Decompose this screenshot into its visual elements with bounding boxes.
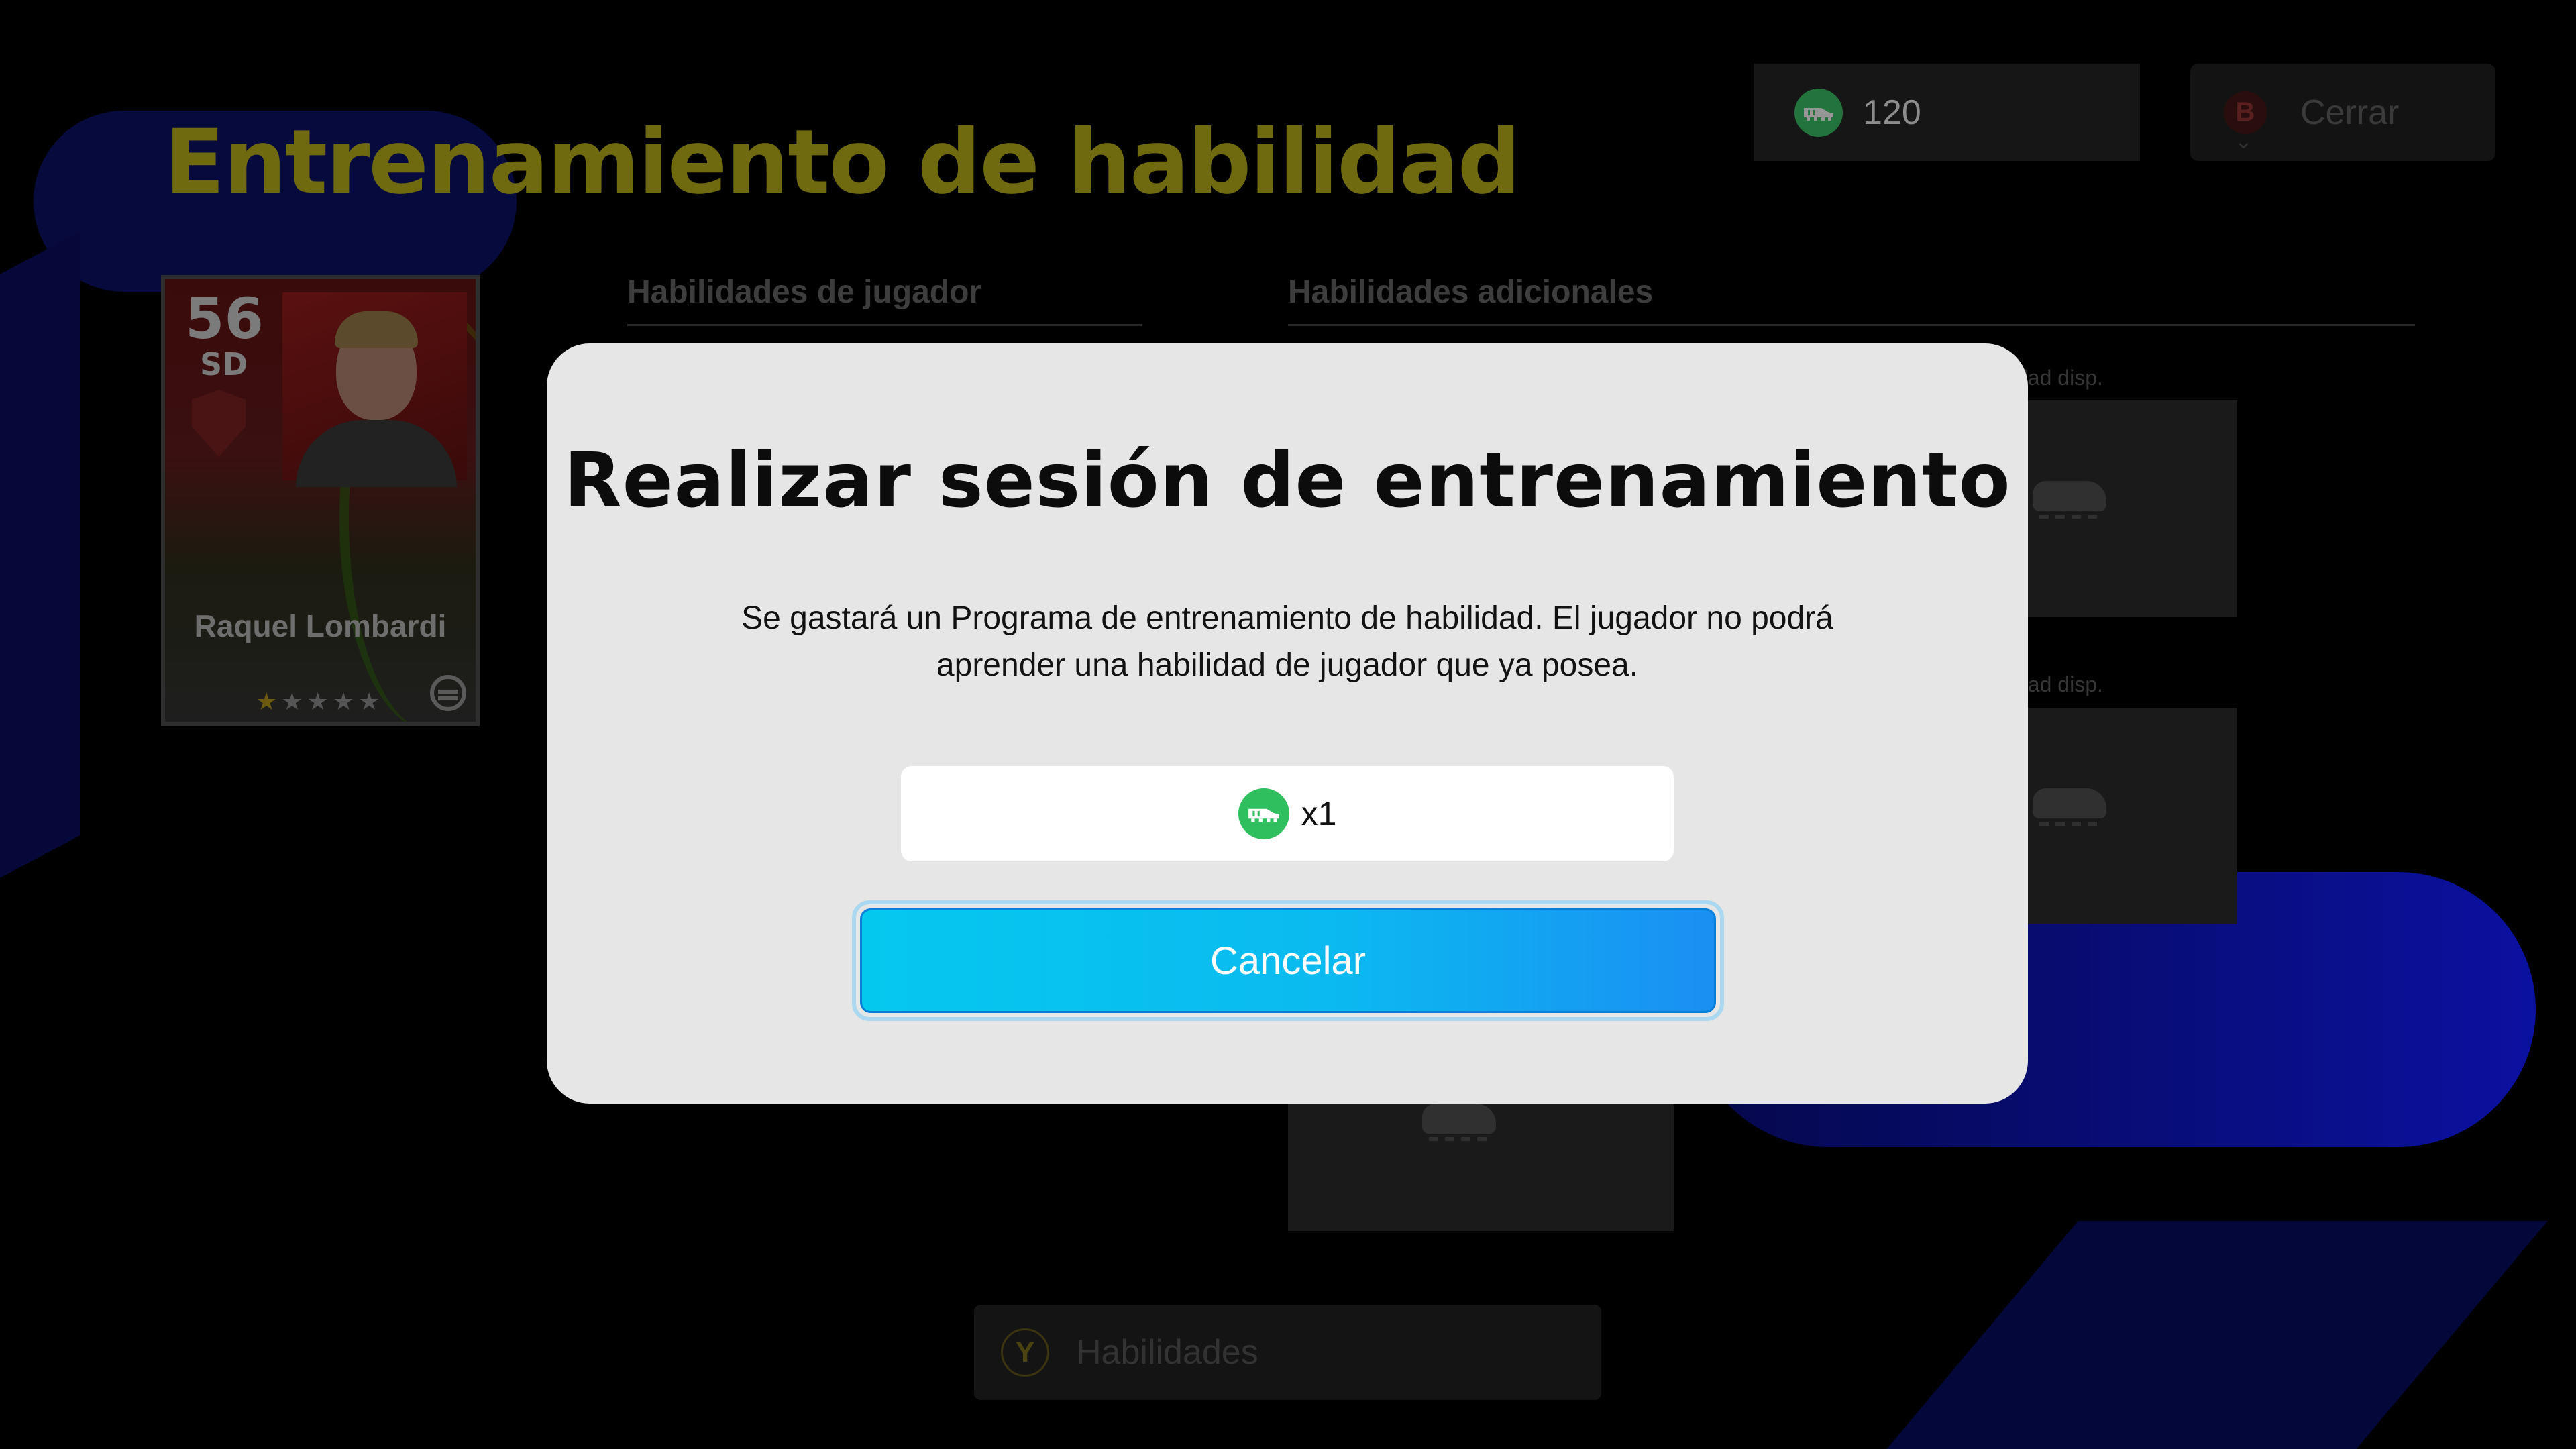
tab-additional-skills[interactable]: Habilidades adicionales [1288,274,1653,311]
boot-body [1422,1104,1496,1134]
training-session-dialog: Realizar sesión de entrenamiento Se gast… [547,343,2028,1104]
boot-icon [2033,782,2106,828]
player-hair [335,311,418,348]
club-shield-icon [192,390,246,457]
player-position: SD [200,346,248,382]
efootball-logo-icon [430,675,466,711]
player-photo [282,292,467,487]
player-rating: 56 [185,286,264,352]
player-stars: ★★★★★ [256,688,384,716]
slot-available-label: dad disp. [2016,672,2103,696]
y-button-icon: Y [1001,1328,1049,1377]
boot-icon [1422,1097,1496,1144]
screen: Entrenamiento de habilidad 120 B ⌄ Cerra… [0,0,2576,1449]
skill-program-icon [1794,88,1843,137]
cancel-button-label: Cancelar [1210,938,1366,983]
boot-body [2033,788,2106,818]
boot-body [2033,481,2106,511]
close-button-label: Cerrar [2300,93,2400,132]
tab-player-skills[interactable]: Habilidades de jugador [627,274,981,311]
skills-button[interactable]: Y Habilidades [974,1305,1601,1400]
page-title: Entrenamiento de habilidad [164,111,1521,214]
cost-display: x1 [901,766,1674,861]
b-button-icon: B [2224,91,2267,134]
cost-value: x1 [1301,795,1337,833]
background-shape [0,231,80,950]
skills-button-label: Habilidades [1076,1333,1258,1372]
boot-studs [2039,515,2100,519]
player-name: Raquel Lombardi [194,608,447,643]
currency-value: 120 [1863,93,1921,132]
tab-underline [627,324,1142,326]
close-button[interactable]: B ⌄ Cerrar [2190,64,2496,161]
chevron-down-icon: ⌄ [2235,128,2253,154]
cancel-button-face[interactable]: Cancelar [860,908,1716,1013]
boot-icon [2033,474,2106,521]
boot-studs [2039,822,2100,826]
player-shoulders [296,420,457,487]
currency-display: 120 [1754,64,2140,161]
star-empty-icon: ★★★★ [281,688,384,716]
slot-available-label: dad disp. [2016,366,2103,390]
tab-underline [1288,324,2415,326]
player-card[interactable]: 56 SD Raquel Lombardi ★★★★★ [161,275,480,726]
skill-program-icon [1238,788,1289,839]
dialog-title: Realizar sesión de entrenamiento [564,437,2011,525]
background-shape [1853,1221,2548,1449]
cancel-button[interactable]: Cancelar [852,900,1724,1021]
star-filled-icon: ★ [256,688,282,716]
boot-studs [1429,1137,1489,1141]
dialog-message: Se gastará un Programa de entrenamiento … [741,600,1833,683]
